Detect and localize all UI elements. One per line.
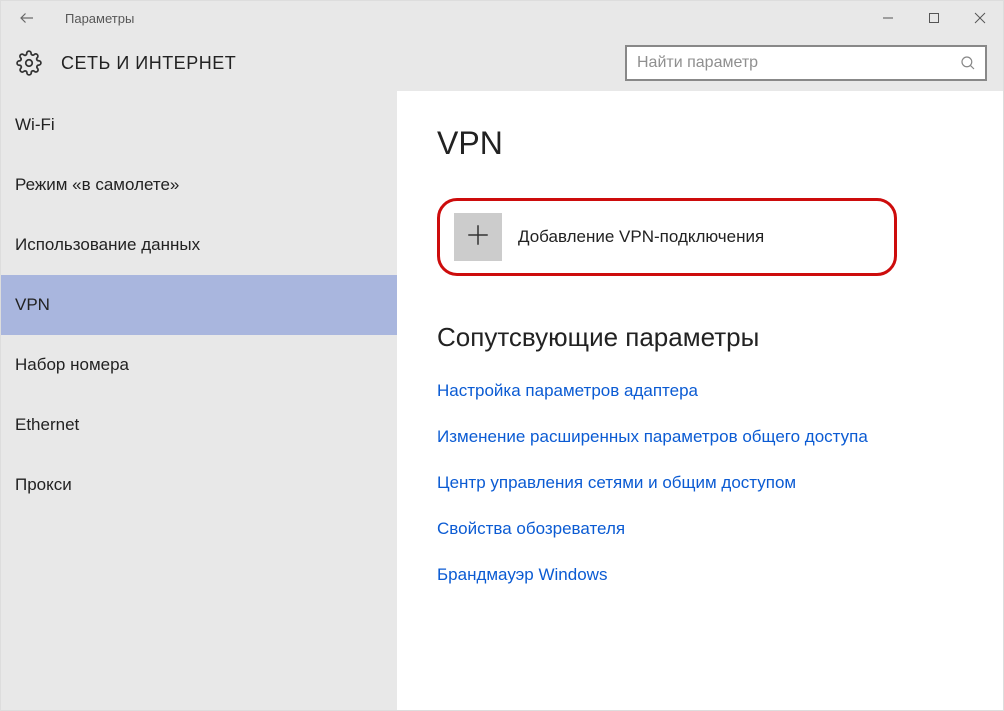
minimize-button[interactable] [865,1,911,35]
sidebar-item-airplane-mode[interactable]: Режим «в самолете» [1,155,397,215]
link-adapter-settings[interactable]: Настройка параметров адаптера [437,381,979,401]
link-internet-options[interactable]: Свойства обозревателя [437,519,979,539]
category-title: СЕТЬ И ИНТЕРНЕТ [61,53,236,74]
settings-window: Параметры СЕТЬ И ИНТЕРНЕТ [0,0,1004,711]
gear-icon [15,49,43,77]
header: СЕТЬ И ИНТЕРНЕТ [1,35,1003,91]
body: Wi-Fi Режим «в самолете» Использование д… [1,91,1003,710]
sidebar-item-label: Wi-Fi [15,115,55,135]
link-label: Свойства обозревателя [437,519,625,538]
window-controls [865,1,1003,35]
search-icon [959,54,977,72]
back-button[interactable] [15,6,39,30]
link-windows-firewall[interactable]: Брандмауэр Windows [437,565,979,585]
sidebar: Wi-Fi Режим «в самолете» Использование д… [1,91,397,710]
annotation-highlight: Добавление VPN-подключения [437,198,897,276]
add-vpn-button[interactable] [454,213,502,261]
link-label: Настройка параметров адаптера [437,381,698,400]
plus-icon [465,222,491,253]
sidebar-item-label: Ethernet [15,415,79,435]
page-title: VPN [437,125,979,162]
window-title: Параметры [65,11,134,26]
search-input[interactable] [637,54,959,72]
sidebar-item-label: Прокси [15,475,72,495]
link-label: Брандмауэр Windows [437,565,607,584]
link-label: Центр управления сетями и общим доступом [437,473,796,492]
related-section-title: Сопутсвующие параметры [437,322,979,353]
sidebar-item-label: Набор номера [15,355,129,375]
sidebar-item-data-usage[interactable]: Использование данных [1,215,397,275]
link-network-sharing-center[interactable]: Центр управления сетями и общим доступом [437,473,979,493]
content: VPN Добавление VPN-подключения Сопутсвую… [397,91,1003,710]
sidebar-item-ethernet[interactable]: Ethernet [1,395,397,455]
sidebar-item-vpn[interactable]: VPN [1,275,397,335]
link-advanced-sharing[interactable]: Изменение расширенных параметров общего … [437,427,979,447]
sidebar-item-dialup[interactable]: Набор номера [1,335,397,395]
titlebar: Параметры [1,1,1003,35]
sidebar-item-label: VPN [15,295,50,315]
link-label: Изменение расширенных параметров общего … [437,427,868,446]
sidebar-item-label: Использование данных [15,235,200,255]
close-button[interactable] [957,1,1003,35]
sidebar-item-wifi[interactable]: Wi-Fi [1,95,397,155]
sidebar-item-proxy[interactable]: Прокси [1,455,397,515]
maximize-button[interactable] [911,1,957,35]
sidebar-item-label: Режим «в самолете» [15,175,179,195]
search-box[interactable] [625,45,987,81]
add-vpn-label[interactable]: Добавление VPN-подключения [518,227,764,247]
